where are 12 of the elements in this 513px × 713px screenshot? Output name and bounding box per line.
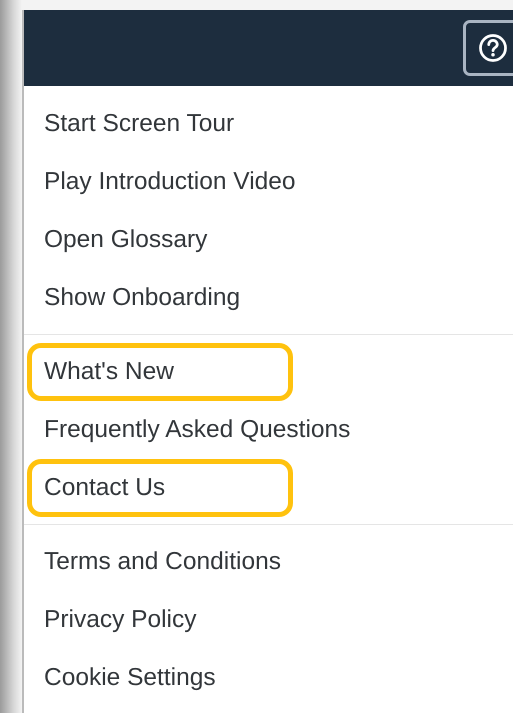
menu-item[interactable]: Contact Us (44, 474, 166, 502)
menu-item[interactable]: Open Glossary (44, 226, 208, 254)
menu-item[interactable]: Cookie Settings (44, 664, 216, 692)
menu-item[interactable]: Terms and Conditions (44, 548, 281, 576)
help-icon (478, 33, 508, 63)
menu-item[interactable]: Show Onboarding (44, 284, 240, 312)
help-button[interactable] (463, 20, 513, 76)
menu-item[interactable]: Play Introduction Video (44, 168, 296, 196)
menu-item[interactable]: Privacy Policy (44, 606, 196, 634)
menu-item[interactable]: Start Screen Tour (44, 110, 234, 138)
menu-item[interactable]: What's New (44, 358, 174, 386)
menu-item[interactable]: Frequently Asked Questions (44, 416, 350, 444)
